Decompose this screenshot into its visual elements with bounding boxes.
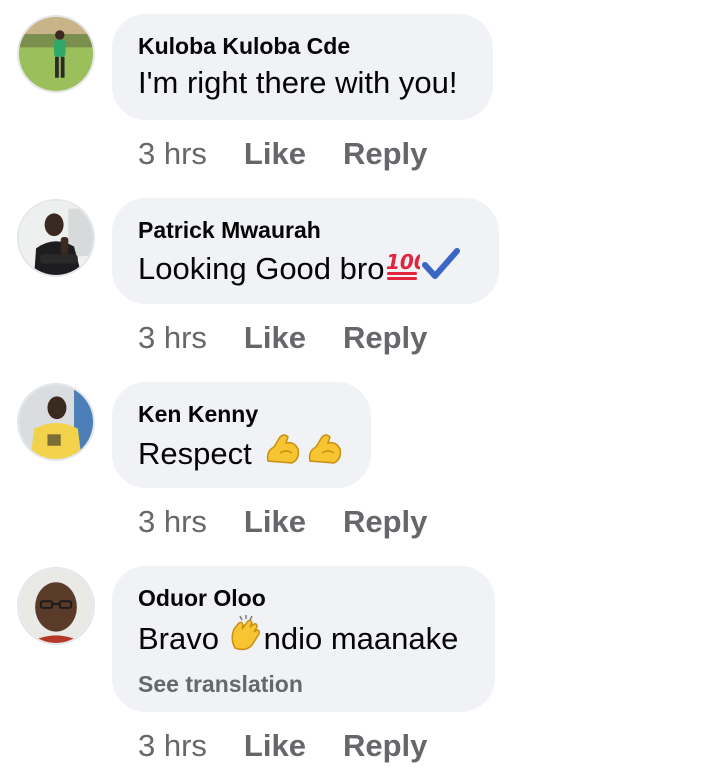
timestamp[interactable]: 3 hrs xyxy=(138,320,207,356)
check-mark-emoji xyxy=(422,247,461,291)
comment-text: Respect xyxy=(138,431,345,477)
comment-actions: 3 hrs Like Reply xyxy=(138,320,427,356)
avatar[interactable] xyxy=(17,199,95,277)
comment-text-part: Looking Good bro xyxy=(138,251,385,286)
timestamp[interactable]: 3 hrs xyxy=(138,728,207,764)
comment-author[interactable]: Oduor Oloo xyxy=(138,583,469,613)
avatar-photo xyxy=(19,201,93,275)
comment-bubble: Ken Kenny Respect xyxy=(112,382,371,488)
comment-bubble: Oduor Oloo Bravo ndio maanake See transl… xyxy=(112,566,495,712)
avatar-photo xyxy=(19,569,93,643)
hundred-points-emoji: 100 xyxy=(384,247,428,291)
comment-bubble: Kuloba Kuloba Cde I'm right there with y… xyxy=(112,14,493,120)
timestamp[interactable]: 3 hrs xyxy=(138,136,207,172)
flexed-biceps-emoji xyxy=(306,431,344,477)
comment-bubble: Patrick Mwaurah Looking Good bro 100 xyxy=(112,198,499,304)
comment-text-part: ndio maanake xyxy=(263,621,459,656)
like-button[interactable]: Like xyxy=(244,320,306,356)
comment-actions: 3 hrs Like Reply xyxy=(138,136,427,172)
comment-actions: 3 hrs Like Reply xyxy=(138,504,427,540)
comment-text: Bravo ndio maanake xyxy=(138,615,469,663)
timestamp[interactable]: 3 hrs xyxy=(138,504,207,540)
avatar[interactable] xyxy=(17,383,95,461)
comment-text: Looking Good bro 100 xyxy=(138,247,473,291)
like-button[interactable]: Like xyxy=(244,136,306,172)
avatar[interactable] xyxy=(17,15,95,93)
like-button[interactable]: Like xyxy=(244,728,306,764)
comment-author[interactable]: Ken Kenny xyxy=(138,399,345,429)
comment-text-part: I'm right there with you! xyxy=(138,65,458,100)
avatar-photo xyxy=(19,385,93,459)
reply-button[interactable]: Reply xyxy=(343,504,427,540)
reply-button[interactable]: Reply xyxy=(343,728,427,764)
svg-text:100: 100 xyxy=(386,250,420,274)
reply-button[interactable]: Reply xyxy=(343,320,427,356)
avatar[interactable] xyxy=(17,567,95,645)
comment-text: I'm right there with you! xyxy=(138,63,467,103)
comment-text-part: Bravo xyxy=(138,621,228,656)
clapping-hands-emoji xyxy=(228,615,264,663)
comment-author[interactable]: Patrick Mwaurah xyxy=(138,215,473,245)
comment-text-part: Respect xyxy=(138,436,261,471)
see-translation-link[interactable]: See translation xyxy=(138,669,469,699)
flexed-biceps-emoji xyxy=(264,431,302,477)
like-button[interactable]: Like xyxy=(244,504,306,540)
comment-actions: 3 hrs Like Reply xyxy=(138,728,427,764)
reply-button[interactable]: Reply xyxy=(343,136,427,172)
avatar-photo xyxy=(19,17,93,91)
comment-author[interactable]: Kuloba Kuloba Cde xyxy=(138,31,467,61)
